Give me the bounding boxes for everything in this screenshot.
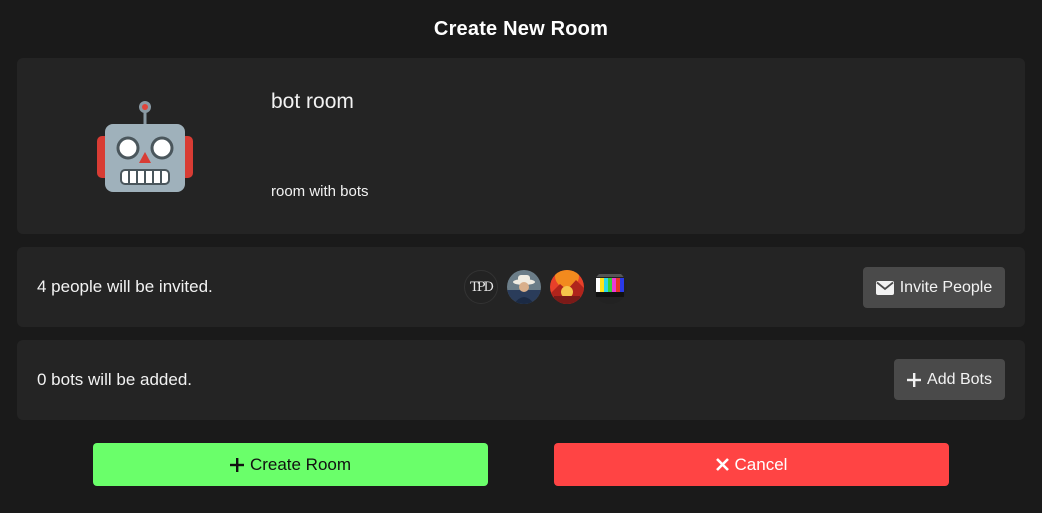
- room-name[interactable]: bot room: [271, 90, 354, 114]
- avatar: [593, 270, 627, 304]
- add-bots-card: 0 bots will be added. Add Bots: [17, 340, 1025, 420]
- envelope-icon: [875, 280, 894, 295]
- avatar: [550, 270, 584, 304]
- invitee-avatars: TPD: [464, 270, 627, 304]
- room-description[interactable]: room with bots: [271, 183, 369, 200]
- invite-people-card: 4 people will be invited. TPD Invite Peo…: [17, 247, 1025, 327]
- avatar: [507, 270, 541, 304]
- invite-people-label: Invite People: [899, 278, 993, 296]
- bots-summary: 0 bots will be added.: [37, 370, 192, 389]
- cancel-button[interactable]: Cancel: [554, 443, 949, 486]
- x-icon: [715, 458, 729, 471]
- create-room-button[interactable]: Create Room: [93, 443, 488, 486]
- room-info-card: bot room room with bots: [17, 58, 1025, 234]
- add-bots-button[interactable]: Add Bots: [894, 359, 1005, 400]
- plus-icon: [229, 457, 244, 472]
- avatar-monogram: TPD: [470, 279, 494, 295]
- invite-people-button[interactable]: Invite People: [863, 267, 1005, 308]
- avatar: TPD: [464, 270, 498, 304]
- invite-summary: 4 people will be invited.: [37, 277, 213, 296]
- create-room-label: Create Room: [249, 454, 352, 474]
- dialog-title: Create New Room: [433, 18, 609, 40]
- add-bots-label: Add Bots: [927, 370, 992, 388]
- cancel-label: Cancel: [734, 454, 788, 474]
- robot-icon[interactable]: [95, 98, 195, 198]
- plus-icon: [907, 372, 922, 387]
